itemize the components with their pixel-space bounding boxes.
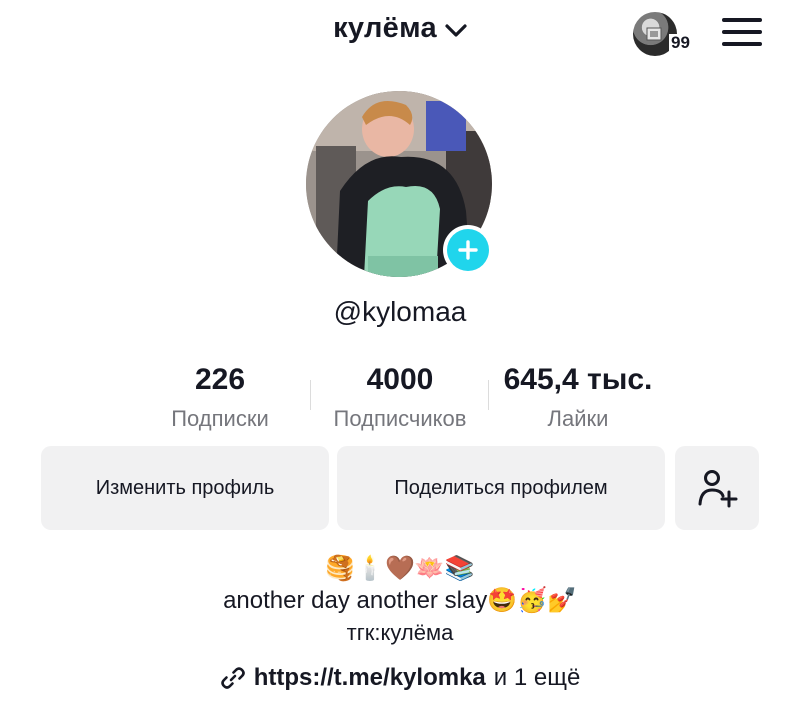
bio-line-2: тгк:кулёма xyxy=(346,620,454,645)
profile-handle: @kylomaa xyxy=(333,296,467,327)
bio-link[interactable]: https://t.me/kylomka и 1 ещё xyxy=(0,664,800,692)
top-bar: кулёма 99 xyxy=(0,0,800,68)
chevron-down-icon xyxy=(445,23,467,37)
notification-count: 99 xyxy=(669,33,692,52)
stat-likes[interactable]: 645,4 тыс. Лайки xyxy=(490,362,666,434)
link-more[interactable]: и 1 ещё xyxy=(494,664,581,692)
profile-bio: 🥞🕯️🤎🪷📚 another day another slay🤩🥳💅 тгк:к… xyxy=(0,552,800,648)
hamburger-menu-icon[interactable] xyxy=(722,16,762,48)
add-user-icon xyxy=(698,470,738,508)
stat-followers-value: 4000 xyxy=(366,363,434,396)
stat-divider xyxy=(488,380,489,410)
add-story-button[interactable] xyxy=(443,225,493,275)
profile-stats: 226 Подписки 4000 Подписчиков 645,4 тыс.… xyxy=(0,362,800,442)
add-friend-button[interactable] xyxy=(675,446,759,530)
stat-following-value: 226 xyxy=(194,363,246,396)
stat-likes-label: Лайки xyxy=(547,406,609,431)
profile-avatar-container xyxy=(306,91,494,279)
bio-line-1: another day another slay🤩🥳💅 xyxy=(223,587,577,614)
stat-followers[interactable]: 4000 Подписчиков xyxy=(312,362,488,434)
stat-following[interactable]: 226 Подписки xyxy=(150,362,290,434)
plus-icon xyxy=(447,229,489,271)
edit-profile-button[interactable]: Изменить профиль xyxy=(41,446,329,530)
link-url[interactable]: https://t.me/kylomka xyxy=(254,664,486,692)
profile-actions: Изменить профиль Поделиться профилем xyxy=(0,446,800,532)
stat-followers-label: Подписчиков xyxy=(333,406,467,431)
stat-likes-value: 645,4 тыс. xyxy=(503,363,653,396)
username-title: кулёма xyxy=(333,12,437,44)
link-icon xyxy=(220,667,245,689)
stat-following-label: Подписки xyxy=(171,406,269,431)
share-profile-button[interactable]: Поделиться профилем xyxy=(337,446,665,530)
notifications-button[interactable]: 99 xyxy=(633,12,699,58)
bio-emoji-line: 🥞🕯️🤎🪷📚 xyxy=(325,555,475,582)
stat-divider xyxy=(310,380,311,410)
